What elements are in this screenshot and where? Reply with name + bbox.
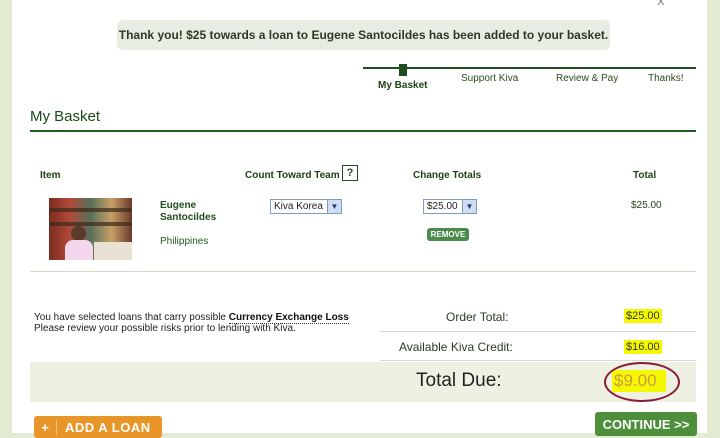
photo-shelf [49,222,132,226]
kiva-credit-label: Available Kiva Credit: [399,340,513,354]
col-header-team: Count Toward Team [245,170,340,181]
add-loan-label: ADD A LOAN [65,419,151,435]
confirmation-notice: Thank you! $25 towards a loan to Eugene … [117,20,610,50]
risk-warning-text: You have selected loans that carry possi… [34,312,226,323]
borrower-name-first[interactable]: Eugene [160,200,196,211]
kiva-credit-value: $16.00 [624,340,662,354]
title-divider [30,130,696,132]
team-select[interactable]: Kiva Korea ▼ [270,199,342,214]
photo-person-body [65,240,93,260]
progress-track [363,67,696,69]
page-edge [707,0,720,433]
total-due-label: Total Due: [416,370,502,391]
order-total-label: Order Total: [446,310,509,324]
col-header-item: Item [40,170,61,181]
remove-button[interactable]: REMOVE [427,228,469,241]
order-total-value: $25.00 [624,309,662,323]
amount-select[interactable]: $25.00 ▼ [423,199,477,214]
amount-select-value: $25.00 [427,201,458,212]
col-header-change: Change Totals [413,170,482,181]
photo-shelf [49,208,132,212]
borrower-country: Philippines [160,236,209,247]
plus-icon: + [34,419,57,435]
step-my-basket: My Basket [378,80,428,91]
close-icon[interactable]: x [657,0,665,9]
total-due-band [30,362,696,402]
continue-button[interactable]: CONTINUE >> [595,412,697,436]
chevron-down-icon: ▼ [462,200,476,213]
help-icon[interactable]: ? [342,165,358,181]
risk-warning-line2: Please review your possible risks prior … [34,323,296,334]
annotation-circle [604,362,680,402]
photo-person-head [71,226,86,241]
borrower-photo[interactable] [49,198,132,260]
summary-divider [380,360,696,361]
step-review-pay: Review & Pay [556,73,619,84]
borrower-name-last[interactable]: Santocildes [160,212,216,223]
photo-counter [94,242,132,260]
col-header-total: Total [633,170,657,181]
page-title: My Basket [30,108,101,125]
step-thanks: Thanks! [648,73,684,84]
add-loan-button[interactable]: + ADD A LOAN [34,416,162,438]
risk-warning-line1: You have selected loans that carry possi… [34,312,349,324]
row-divider [30,271,696,272]
team-select-value: Kiva Korea [274,201,323,212]
summary-divider [380,331,696,332]
notice-text: Thank you! $25 towards a loan to Eugene … [118,28,609,42]
step-support-kiva: Support Kiva [461,73,519,84]
item-total: $25.00 [631,200,662,211]
chevron-down-icon: ▼ [327,200,341,213]
progress-marker [399,64,407,76]
